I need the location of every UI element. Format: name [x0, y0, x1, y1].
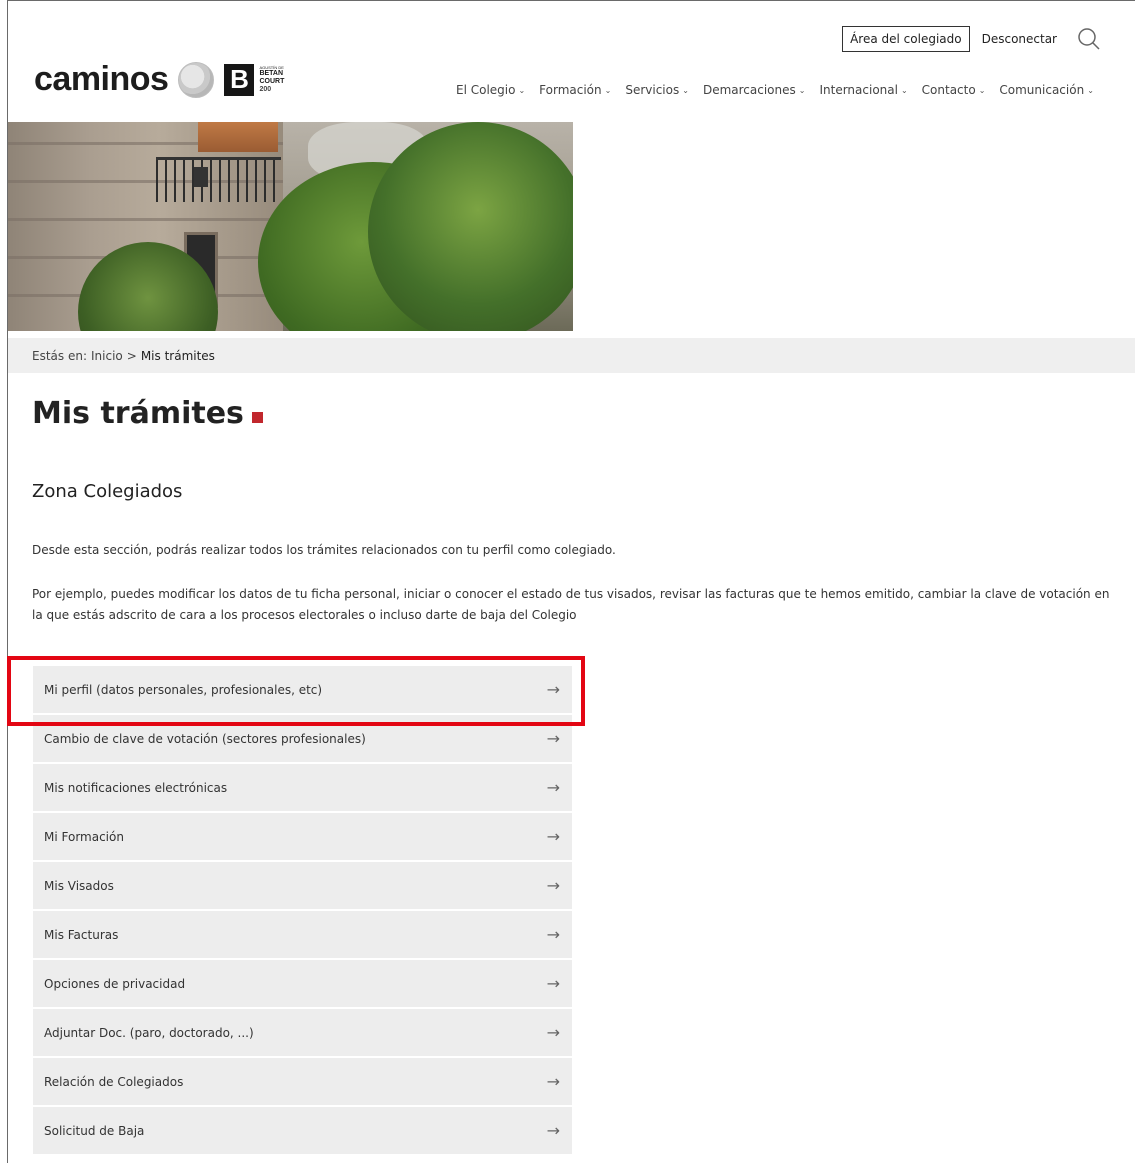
chevron-down-icon: ⌄	[518, 85, 526, 95]
list-item-mi-formacion[interactable]: Mi Formación →	[33, 813, 572, 860]
section-subtitle: Zona Colegiados	[32, 481, 183, 502]
breadcrumb-separator: >	[126, 348, 137, 363]
arrow-right-icon: →	[546, 974, 560, 993]
list-item-privacidad[interactable]: Opciones de privacidad →	[33, 960, 572, 1007]
list-item-notificaciones[interactable]: Mis notificaciones electrónicas →	[33, 764, 572, 811]
main-nav: El Colegio ⌄ Formación ⌄ Servicios ⌄ Demarc…	[456, 83, 1094, 97]
list-item-cambio-clave[interactable]: Cambio de clave de votación (sectores pr…	[33, 715, 572, 762]
list-item-adjuntar-doc[interactable]: Adjuntar Doc. (paro, doctorado, ...) →	[33, 1009, 572, 1056]
breadcrumb-current: Mis trámites	[140, 348, 215, 363]
arrow-right-icon: →	[546, 876, 560, 895]
arrow-right-icon: →	[546, 680, 560, 699]
arrow-right-icon: →	[546, 1072, 560, 1091]
list-item-mis-facturas[interactable]: Mis Facturas →	[33, 911, 572, 958]
nav-item-comunicacion[interactable]: Comunicación ⌄	[999, 83, 1094, 97]
arrow-right-icon: →	[546, 729, 560, 748]
chevron-down-icon: ⌄	[1087, 85, 1094, 95]
chevron-down-icon: ⌄	[978, 85, 986, 95]
area-colegiado-button[interactable]: Área del colegiado	[842, 26, 970, 52]
nav-item-contacto[interactable]: Contacto ⌄	[922, 83, 986, 97]
page-title: Mis trámites	[32, 396, 263, 431]
chevron-down-icon: ⌄	[604, 85, 612, 95]
breadcrumb-prefix: Estás en:	[32, 348, 87, 363]
header-actions: Área del colegiado Desconectar	[842, 25, 1103, 53]
seal-icon	[178, 61, 215, 98]
arrow-right-icon: →	[546, 925, 560, 944]
nav-item-el-colegio[interactable]: El Colegio ⌄	[456, 83, 525, 97]
hero-image	[8, 122, 573, 331]
intro-text: Desde esta sección, podrás realizar todo…	[32, 543, 616, 557]
tramites-list: Mi perfil (datos personales, profesional…	[33, 666, 572, 1156]
nav-item-internacional[interactable]: Internacional ⌄	[819, 83, 907, 97]
nav-item-demarcaciones[interactable]: Demarcaciones ⌄	[703, 83, 806, 97]
betancourt-text: AGUSTÍN DE BETAN COURT 200	[259, 65, 285, 93]
betancourt-letter: B	[224, 63, 255, 96]
list-item-relacion-colegiados[interactable]: Relación de Colegiados →	[33, 1058, 572, 1105]
breadcrumb: Estás en: Inicio > Mis trámites	[8, 338, 1135, 373]
chevron-down-icon: ⌄	[900, 85, 908, 95]
arrow-right-icon: →	[546, 827, 560, 846]
frame-border-top	[7, 0, 1135, 1]
list-item-mi-perfil[interactable]: Mi perfil (datos personales, profesional…	[33, 666, 572, 713]
logo-wordmark: caminos	[34, 60, 169, 98]
arrow-right-icon: →	[546, 1121, 560, 1140]
breadcrumb-home[interactable]: Inicio	[91, 349, 123, 363]
list-item-solicitud-baja[interactable]: Solicitud de Baja →	[33, 1107, 572, 1154]
betancourt-logo: B AGUSTÍN DE BETAN COURT 200	[224, 63, 285, 96]
example-text: Por ejemplo, puedes modificar los datos …	[32, 587, 1110, 622]
nav-item-servicios[interactable]: Servicios ⌄	[625, 83, 689, 97]
site-logo[interactable]: caminos B AGUSTÍN DE BETAN COURT 200	[34, 60, 284, 99]
logout-link[interactable]: Desconectar	[982, 32, 1057, 46]
chevron-down-icon: ⌄	[682, 85, 689, 95]
nav-item-formacion[interactable]: Formación ⌄	[539, 83, 611, 97]
title-accent-square	[251, 412, 263, 423]
search-icon[interactable]	[1075, 25, 1103, 53]
arrow-right-icon: →	[546, 1023, 560, 1042]
arrow-right-icon: →	[546, 778, 560, 797]
chevron-down-icon: ⌄	[798, 85, 806, 95]
list-item-mis-visados[interactable]: Mis Visados →	[33, 862, 572, 909]
